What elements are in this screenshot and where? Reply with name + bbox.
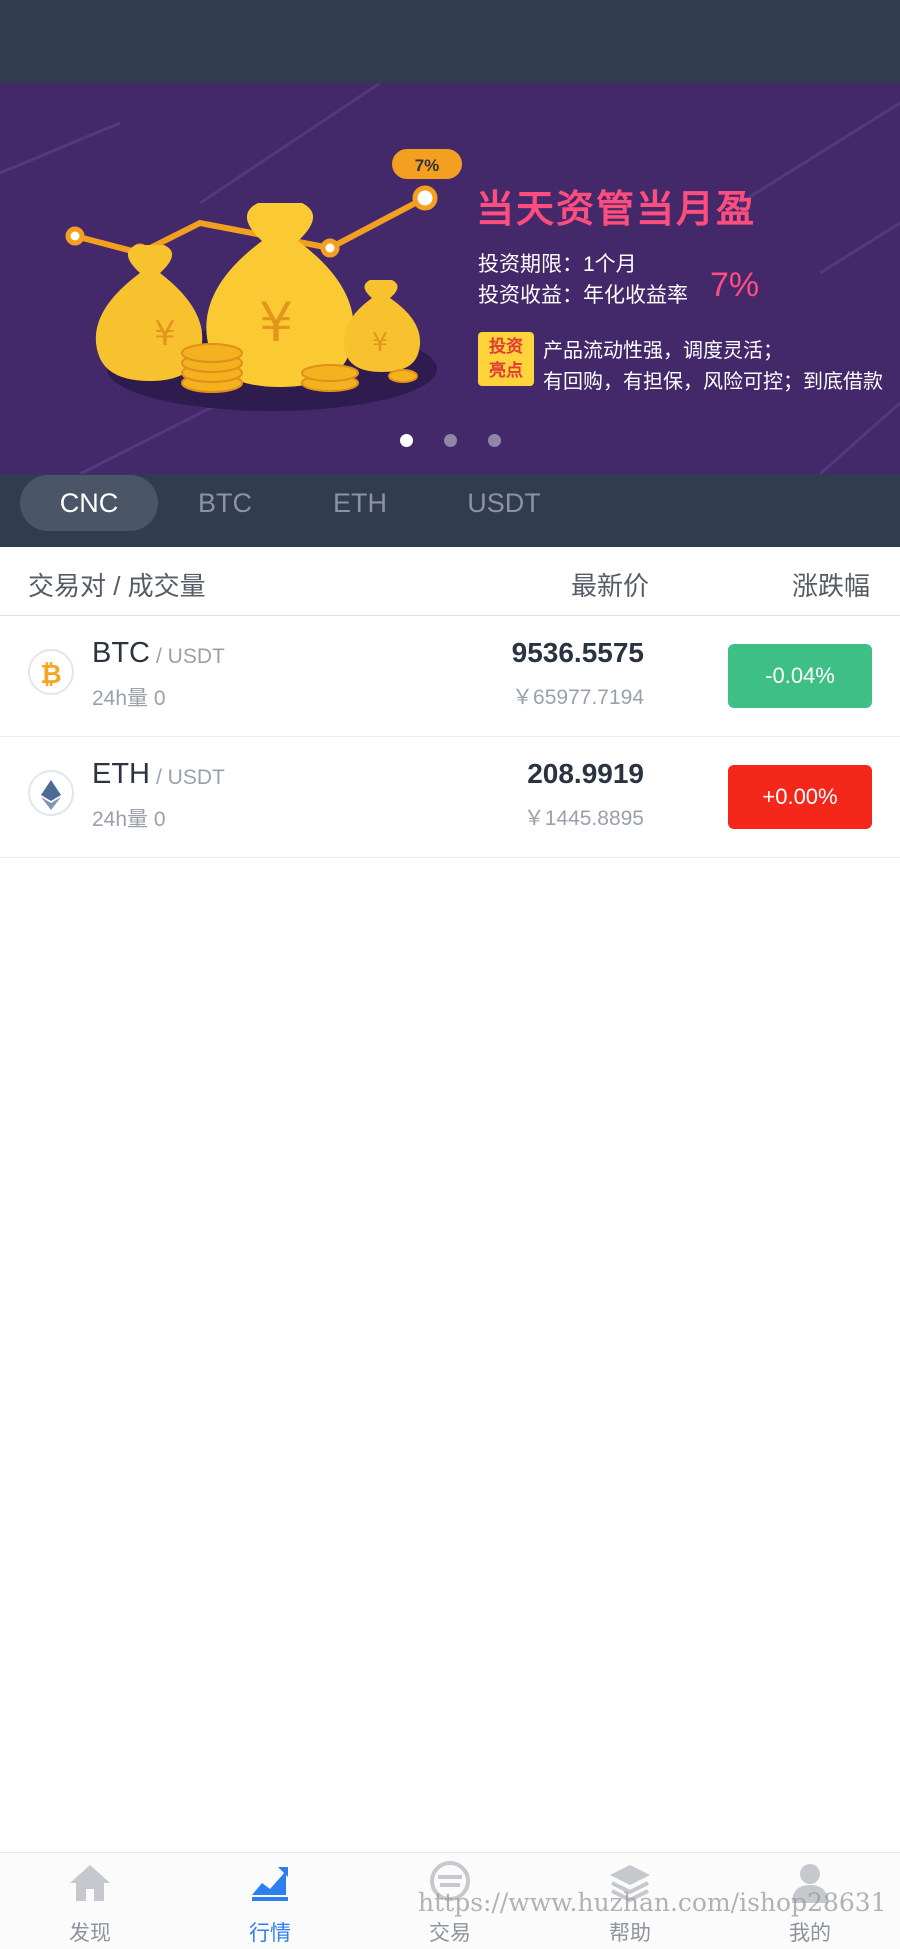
svg-text:7%: 7%	[415, 156, 440, 175]
tab-eth[interactable]: ETH	[305, 475, 415, 531]
col-price-header[interactable]: 最新价	[571, 566, 649, 603]
price-cny: ￥65977.7194	[512, 686, 644, 709]
market-row-btc[interactable]: ₿ BTC / USDT 24h量 0 9536.5575 ￥65977.719…	[0, 615, 900, 737]
tab-cnc[interactable]: CNC	[20, 475, 158, 531]
svg-text:¥: ¥	[154, 314, 176, 354]
col-pair-header[interactable]: 交易对 / 成交量	[28, 566, 206, 603]
coin-icon-wrap	[28, 770, 74, 816]
status-bar	[0, 0, 900, 83]
watermark: https://www.huzhan.com/ishop28631	[418, 1888, 887, 1917]
latest-price: 208.9919	[527, 758, 644, 789]
highlight-badge-line2: 亮点	[489, 361, 523, 380]
carousel-dot-2[interactable]	[444, 434, 457, 447]
col-change-header[interactable]: 涨跌幅	[792, 566, 870, 603]
change-badge[interactable]: -0.04%	[728, 644, 872, 708]
bitcoin-icon: ₿	[40, 660, 61, 690]
carousel-dot-1[interactable]	[400, 434, 413, 447]
nav-discover[interactable]: 发现	[0, 1853, 180, 1949]
banner-title: 当天资管当月盈	[476, 189, 757, 231]
nav-label: 我的	[789, 1922, 831, 1945]
highlight-badge-line1: 投资	[489, 337, 523, 356]
table-header: 交易对 / 成交量 最新价 涨跌幅	[0, 547, 900, 616]
coin-icon-wrap: ₿	[28, 649, 74, 695]
volume-24h: 24h量 0	[92, 687, 166, 710]
chart-icon	[252, 1867, 288, 1901]
nav-label: 帮助	[609, 1922, 651, 1945]
tab-btc[interactable]: BTC	[170, 475, 280, 531]
pair-base: BTC	[92, 637, 150, 669]
pair-quote: / USDT	[156, 645, 225, 668]
promo-banner[interactable]: 7% ¥ ¥ ¥ 当天资管当月盈 投资期限：1个月 投资收益：年化收益率 7% …	[0, 83, 900, 474]
svg-text:¥: ¥	[372, 328, 389, 358]
ethereum-icon	[41, 780, 61, 810]
nav-label: 发现	[69, 1922, 111, 1945]
carousel-dots	[0, 434, 900, 448]
money-bags-illustration: 7% ¥ ¥ ¥	[0, 83, 900, 474]
market-row-eth[interactable]: ETH / USDT 24h量 0 208.9919 ￥1445.8895 +0…	[0, 736, 900, 858]
price-cny: ￥1445.8895	[523, 807, 644, 830]
banner-feature-2: 有回购，有担保，风险可控；到底借款	[543, 371, 883, 393]
banner-yield-rate: 7%	[710, 266, 760, 304]
tab-usdt[interactable]: USDT	[448, 475, 560, 531]
svg-text:₿: ₿	[40, 660, 61, 690]
nav-label: 行情	[249, 1922, 291, 1945]
latest-price: 9536.5575	[511, 637, 644, 668]
highlight-badge: 投资 亮点	[478, 332, 534, 386]
nav-market[interactable]: 行情	[180, 1853, 360, 1949]
market-tabs: CNC BTC ETH USDT	[0, 474, 900, 547]
svg-text:¥: ¥	[259, 291, 293, 354]
pair-quote: / USDT	[156, 766, 225, 789]
volume-24h: 24h量 0	[92, 808, 166, 831]
nav-label: 交易	[429, 1922, 471, 1945]
carousel-dot-3[interactable]	[488, 434, 501, 447]
home-icon	[70, 1865, 110, 1901]
banner-feature-1: 产品流动性强，调度灵活；	[543, 340, 783, 362]
banner-yield: 投资收益：年化收益率	[478, 284, 688, 307]
banner-term: 投资期限：1个月	[478, 253, 637, 276]
change-badge[interactable]: +0.00%	[728, 765, 872, 829]
pair-base: ETH	[92, 758, 150, 790]
